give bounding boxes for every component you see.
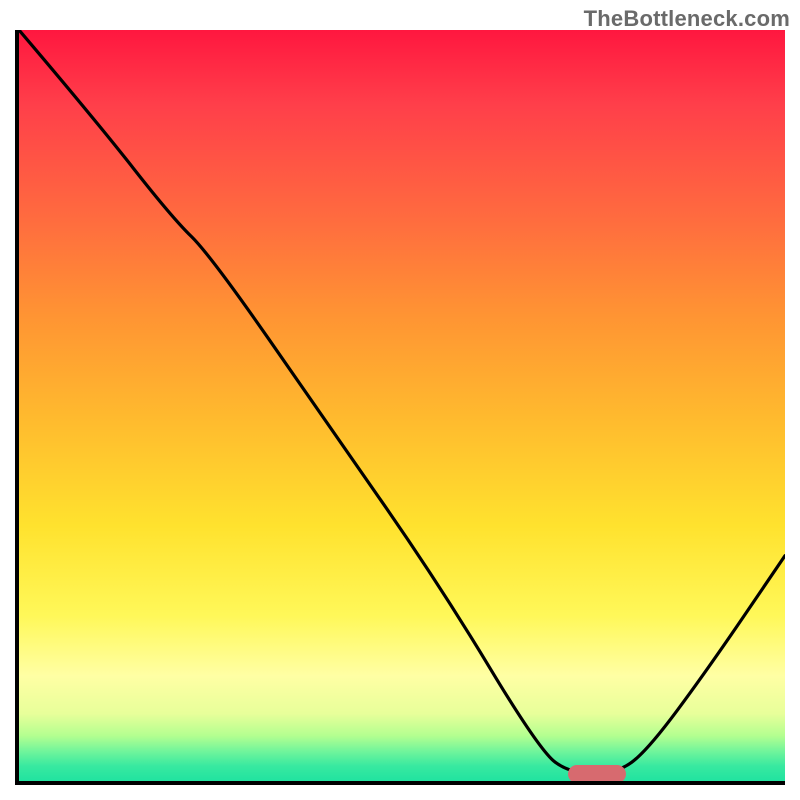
optimal-marker — [568, 765, 626, 783]
bottleneck-curve — [19, 30, 785, 774]
chart-container: TheBottleneck.com — [0, 0, 800, 800]
curve-svg — [19, 30, 785, 781]
plot-area — [15, 30, 785, 785]
attribution-label: TheBottleneck.com — [584, 6, 790, 32]
